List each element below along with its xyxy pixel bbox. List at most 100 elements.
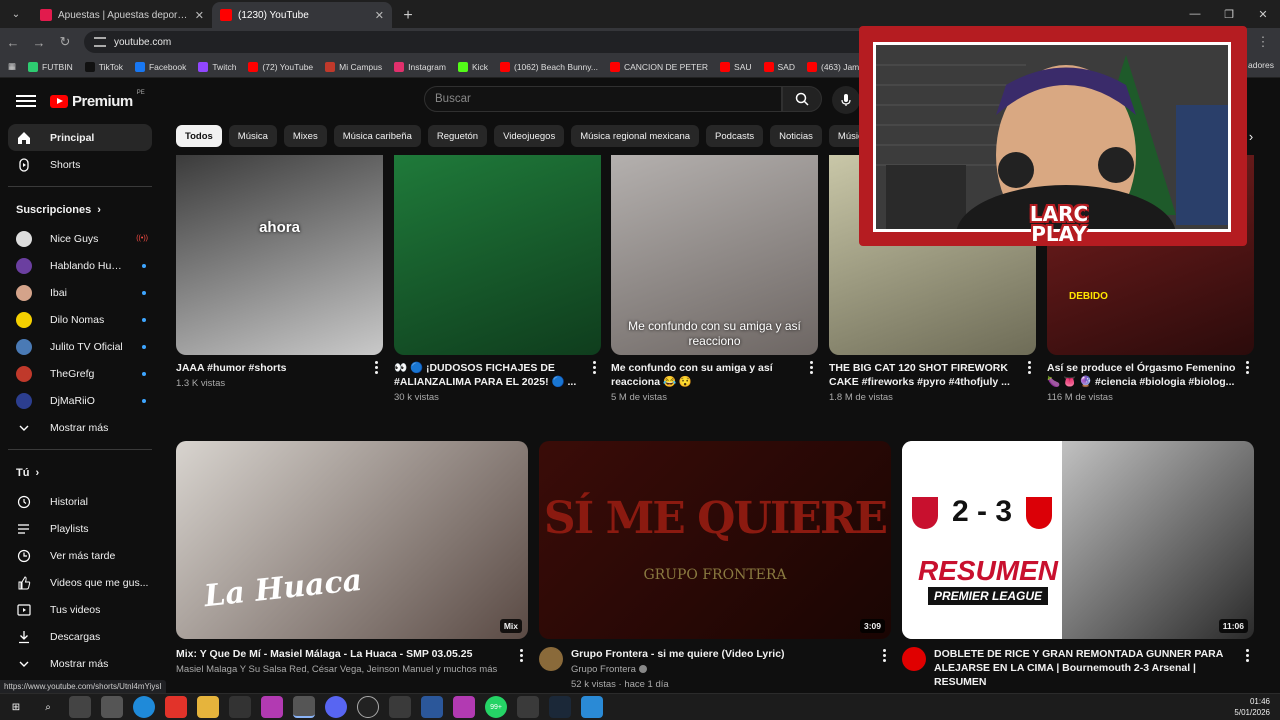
menu-icon[interactable]: [16, 92, 36, 110]
subscription-item[interactable]: Julito TV Oficial: [8, 333, 152, 360]
close-tab-icon[interactable]: ✕: [375, 9, 384, 22]
system-clock[interactable]: 01:46 5/01/2026: [1234, 696, 1270, 718]
bookmark-item[interactable]: Twitch: [198, 61, 236, 72]
bookmark-item[interactable]: Mi Campus: [325, 61, 382, 72]
short-card[interactable]: 👀 🔵 ¡DUDOSOS FICHAJES DE #ALIANZALIMA PA…: [394, 155, 601, 403]
bookmark-item[interactable]: TikTok: [84, 61, 123, 72]
forward-icon[interactable]: →: [26, 35, 52, 50]
short-title[interactable]: JAAA #humor #shorts: [176, 361, 365, 375]
video-title[interactable]: DOBLETE DE RICE Y GRAN REMONTADA GUNNER …: [934, 647, 1236, 689]
subscription-item[interactable]: Hablando Hueva...: [8, 252, 152, 279]
discord-icon[interactable]: [325, 696, 347, 718]
video-title[interactable]: Grupo Frontera - si me quiere (Video Lyr…: [571, 647, 785, 661]
search-button[interactable]: [782, 86, 822, 112]
filter-chip[interactable]: Videojuegos: [494, 125, 565, 147]
back-icon[interactable]: ←: [0, 35, 26, 50]
bookmark-item[interactable]: SAU: [720, 61, 752, 72]
sidebar-item-principal[interactable]: Principal: [8, 124, 152, 151]
channel-avatar[interactable]: [902, 647, 926, 671]
video-thumbnail[interactable]: La Huaca Mix: [176, 441, 528, 639]
channel-avatar[interactable]: [539, 647, 563, 671]
channel-line[interactable]: Masiel Malaga Y Su Salsa Red, César Vega…: [176, 663, 497, 676]
filter-chip[interactable]: Todos: [176, 125, 222, 147]
filter-chip[interactable]: Música: [228, 125, 277, 147]
short-title[interactable]: THE BIG CAT 120 SHOT FIREWORK CAKE #fire…: [829, 361, 1018, 389]
show-more-subscriptions[interactable]: Mostrar más: [8, 414, 152, 441]
sidebar-item-you[interactable]: Historial: [8, 488, 152, 515]
obs-icon[interactable]: [357, 696, 379, 718]
video-card[interactable]: SÍ ME QUIERE GRUPO FRONTERA 3:09 Grupo Fron…: [539, 441, 891, 691]
app-icon[interactable]: [581, 696, 603, 718]
bookmark-item[interactable]: Kick: [457, 61, 488, 72]
subscriptions-heading[interactable]: Suscripciones ›: [8, 195, 152, 225]
calculator-icon[interactable]: [389, 696, 411, 718]
new-tab-button[interactable]: +: [396, 4, 420, 28]
sidebar-item-you[interactable]: Tus videos: [8, 596, 152, 623]
taskview-icon[interactable]: [69, 696, 91, 718]
sidebar-item-you[interactable]: Mostrar más: [8, 650, 152, 677]
sidebar-item-you[interactable]: Descargas: [8, 623, 152, 650]
omnibox[interactable]: youtube.com: [84, 31, 884, 53]
filter-chip[interactable]: Podcasts: [706, 125, 764, 147]
short-title[interactable]: Así se produce el Órgasmo Femenino 🍆 👅 🔮…: [1047, 361, 1236, 389]
bookmark-item[interactable]: Instagram: [394, 61, 446, 72]
filter-chip[interactable]: Música caribeña: [333, 125, 421, 147]
app-icon[interactable]: [453, 696, 475, 718]
steam-icon[interactable]: [549, 696, 571, 718]
reload-icon[interactable]: ↻: [52, 34, 78, 50]
more-options-icon[interactable]: [879, 649, 889, 662]
you-heading[interactable]: Tú ›: [8, 458, 152, 488]
sidebar-item-you[interactable]: Videos que me gus...: [8, 569, 152, 596]
search-icon[interactable]: ⌕: [37, 696, 59, 718]
filter-chip[interactable]: Mixes: [283, 125, 327, 147]
short-title[interactable]: 👀 🔵 ¡DUDOSOS FICHAJES DE #ALIANZALIMA PA…: [394, 361, 583, 389]
apps-icon[interactable]: ▦: [8, 61, 16, 72]
more-options-icon[interactable]: [1242, 649, 1252, 662]
close-window-icon[interactable]: ✕: [1246, 0, 1280, 28]
subscription-item[interactable]: Dilo Nomas: [8, 306, 152, 333]
word-icon[interactable]: [421, 696, 443, 718]
restore-icon[interactable]: ❐: [1212, 0, 1246, 28]
bookmark-item[interactable]: Facebook: [134, 61, 186, 72]
app-icon[interactable]: [517, 696, 539, 718]
more-options-icon[interactable]: [1242, 361, 1252, 374]
app-icon[interactable]: [229, 696, 251, 718]
video-thumbnail[interactable]: SÍ ME QUIERE GRUPO FRONTERA 3:09: [539, 441, 891, 639]
filter-chip[interactable]: Noticias: [770, 125, 822, 147]
file-explorer-icon[interactable]: [197, 696, 219, 718]
bookmark-item[interactable]: (72) YouTube: [248, 61, 313, 72]
short-title[interactable]: Me confundo con su amiga y así reacciona…: [611, 361, 800, 389]
video-title[interactable]: Mix: Y Que De Mí - Masiel Málaga - La Hu…: [176, 647, 497, 661]
app-icon[interactable]: [261, 696, 283, 718]
tab-search-button[interactable]: ⌄: [4, 2, 28, 26]
minimize-icon[interactable]: —: [1178, 0, 1212, 28]
short-thumbnail[interactable]: Me confundo con su amiga y así reacciono: [611, 155, 818, 355]
short-card[interactable]: ahora JAAA #humor #shorts 1.3 K vistas: [176, 155, 383, 389]
close-tab-icon[interactable]: ✕: [195, 9, 204, 22]
more-options-icon[interactable]: [1024, 361, 1034, 374]
subscription-item[interactable]: DjMaRiiO: [8, 387, 152, 414]
bookmark-item[interactable]: CANCION DE PETER: [609, 61, 708, 72]
tab-apuestas[interactable]: Apuestas | Apuestas deportivas ✕: [32, 2, 212, 28]
short-thumbnail[interactable]: ahora: [176, 155, 383, 355]
more-options-icon[interactable]: [806, 361, 816, 374]
app-icon[interactable]: [165, 696, 187, 718]
tab-youtube[interactable]: (1230) YouTube ✕: [212, 2, 392, 28]
edge-icon[interactable]: [133, 696, 155, 718]
browser-menu-icon[interactable]: ⋮: [1250, 34, 1276, 50]
search-input[interactable]: Buscar: [424, 86, 782, 112]
subscription-item[interactable]: Ibai: [8, 279, 152, 306]
filter-chip[interactable]: Música regional mexicana: [571, 125, 700, 147]
app-icon[interactable]: [101, 696, 123, 718]
whatsapp-icon[interactable]: 99+: [485, 696, 507, 718]
short-card[interactable]: Me confundo con su amiga y así reacciono…: [611, 155, 818, 403]
site-info-icon[interactable]: [94, 37, 106, 47]
sidebar-item-you[interactable]: Ver más tarde: [8, 542, 152, 569]
bookmark-item[interactable]: FUTBIN: [28, 61, 73, 72]
subscription-item[interactable]: Nice Guys ((•)): [8, 225, 152, 252]
video-card[interactable]: La Huaca Mix Mix: Y Que De Mí - Masiel Mál…: [176, 441, 528, 676]
video-thumbnail[interactable]: 2 - 3 RESUMEN PREMIER LEAGUE 11:06: [902, 441, 1254, 639]
channel-line[interactable]: Grupo Frontera: [571, 663, 785, 676]
sidebar-item-shorts[interactable]: Shorts: [8, 151, 152, 178]
video-card[interactable]: 2 - 3 RESUMEN PREMIER LEAGUE 11:06 DOBLETE D…: [902, 441, 1254, 704]
